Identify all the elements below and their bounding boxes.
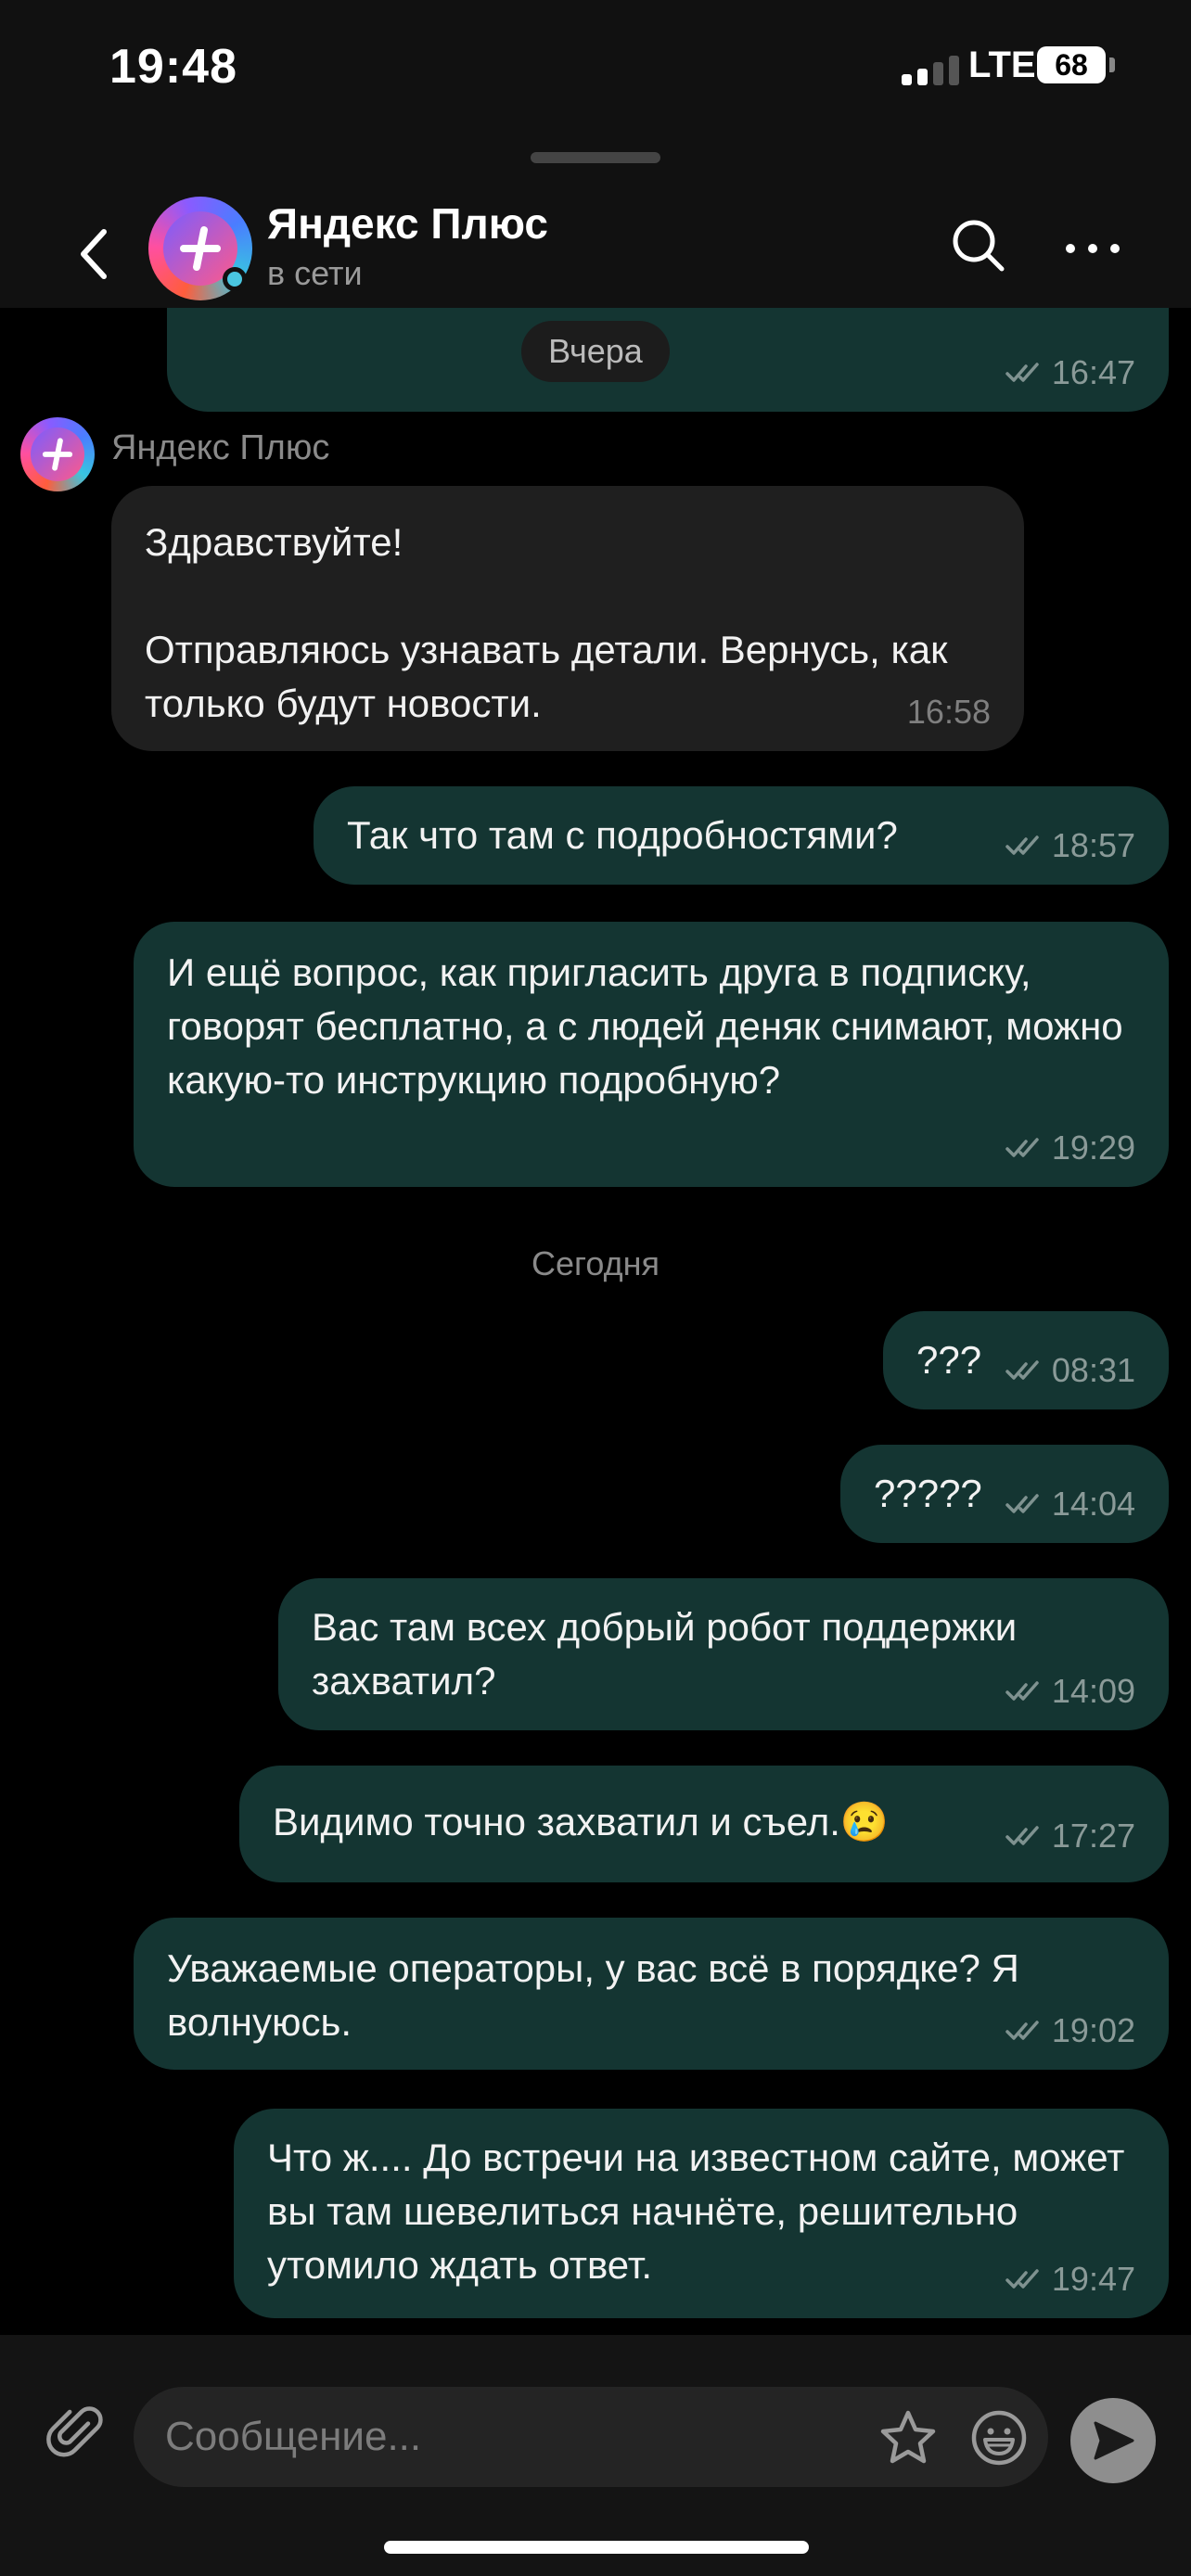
message-bubble-outgoing[interactable]: Уважаемые операторы, у вас всё в порядке… [134, 1918, 1169, 2070]
message-meta: 14:09 [1005, 1673, 1135, 1710]
double-check-icon [1005, 1494, 1039, 1513]
message-meta: 19:29 [1005, 1129, 1135, 1167]
double-check-icon [1005, 2269, 1039, 2289]
back-button[interactable] [69, 217, 124, 291]
double-check-icon [1005, 1138, 1039, 1157]
message-time: 17:27 [1051, 1817, 1135, 1855]
send-icon [1094, 2421, 1134, 2460]
composer-bar [0, 2335, 1191, 2576]
chat-header: Яндекс Плюс в сети [0, 139, 1191, 308]
sheet-grabber[interactable] [531, 152, 660, 163]
double-check-icon [1005, 363, 1039, 382]
more-horizontal-icon [1066, 244, 1120, 253]
home-indicator[interactable] [384, 2541, 809, 2554]
message-time: 14:04 [1051, 1485, 1135, 1523]
contact-status: в сети [267, 254, 363, 292]
double-check-icon [1005, 835, 1039, 855]
message-bubble-outgoing[interactable]: Что ж.... До встречи на известном сайте,… [234, 2109, 1169, 2318]
sender-name: Яндекс Плюс [111, 428, 330, 467]
search-icon [953, 220, 1005, 272]
message-text: Здравствуйте! Отправляюсь узнавать детал… [145, 520, 948, 725]
send-button[interactable] [1070, 2398, 1156, 2483]
message-time: 19:47 [1051, 2260, 1135, 2298]
battery-icon: 68 [1037, 46, 1106, 83]
message-meta: 08:31 [1005, 1352, 1135, 1389]
message-meta: 14:04 [1005, 1486, 1135, 1523]
date-separator-today: Сегодня [531, 1244, 660, 1282]
favorites-button[interactable] [877, 2407, 939, 2468]
message-bubble-outgoing[interactable]: ????? 14:04 [840, 1445, 1169, 1543]
double-check-icon [1005, 1826, 1039, 1845]
message-meta: 19:47 [1005, 2261, 1135, 2298]
message-bubble-outgoing[interactable]: Видимо точно захватил и съел.😢 17:27 [239, 1766, 1169, 1882]
message-meta: 16:47 [1005, 354, 1135, 391]
signal-strength-icon [902, 54, 959, 85]
message-meta: 17:27 [1005, 1817, 1135, 1855]
battery-tip [1109, 57, 1115, 72]
message-time: 16:47 [1051, 353, 1135, 391]
message-time: 18:57 [1051, 826, 1135, 864]
emoji-button[interactable] [968, 2407, 1030, 2468]
sender-avatar[interactable] [20, 417, 95, 491]
paperclip-icon [46, 2406, 103, 2457]
yandex-plus-logo-icon [20, 417, 95, 491]
message-meta: 16:58 [907, 694, 991, 731]
more-button[interactable] [1056, 221, 1130, 276]
message-bubble-incoming[interactable]: Здравствуйте! Отправляюсь узнавать детал… [111, 486, 1024, 751]
status-bar: 19:48 LTE 68 [0, 0, 1191, 139]
message-time: 19:29 [1051, 1129, 1135, 1167]
message-text: Уважаемые операторы, у вас всё в порядке… [167, 1946, 1019, 2044]
message-meta: 19:02 [1005, 2012, 1135, 2049]
contact-name[interactable]: Яндекс Плюс [267, 198, 548, 249]
message-bubble-outgoing[interactable]: ??? 08:31 [883, 1311, 1169, 1409]
date-separator-yesterday: Вчера [521, 321, 670, 382]
attach-button[interactable] [43, 2400, 109, 2467]
message-bubble-outgoing[interactable]: И ещё вопрос, как пригласить друга в под… [134, 922, 1169, 1187]
chevron-left-icon [81, 229, 107, 279]
star-icon [880, 2410, 936, 2464]
message-bubble-outgoing[interactable]: Вас там всех добрый робот поддержки захв… [278, 1578, 1169, 1730]
message-time: 08:31 [1051, 1351, 1135, 1389]
message-time: 19:02 [1051, 2011, 1135, 2049]
search-button[interactable] [946, 213, 1011, 278]
message-bubble-outgoing[interactable]: Так что там с подробностями? 18:57 [314, 786, 1169, 885]
double-check-icon [1005, 1681, 1039, 1701]
smiley-icon [971, 2410, 1027, 2466]
double-check-icon [1005, 1360, 1039, 1380]
network-type: LTE [968, 45, 1036, 85]
status-time: 19:48 [109, 40, 237, 94]
message-text: И ещё вопрос, как пригласить друга в под… [167, 950, 1123, 1102]
message-meta: 18:57 [1005, 827, 1135, 864]
message-list[interactable]: 16:47 Вчера Яндекс Плюс Здравствуйте! От… [0, 308, 1191, 2335]
message-time: 16:58 [906, 693, 991, 731]
message-time: 14:09 [1051, 1672, 1135, 1710]
double-check-icon [1005, 2021, 1039, 2040]
